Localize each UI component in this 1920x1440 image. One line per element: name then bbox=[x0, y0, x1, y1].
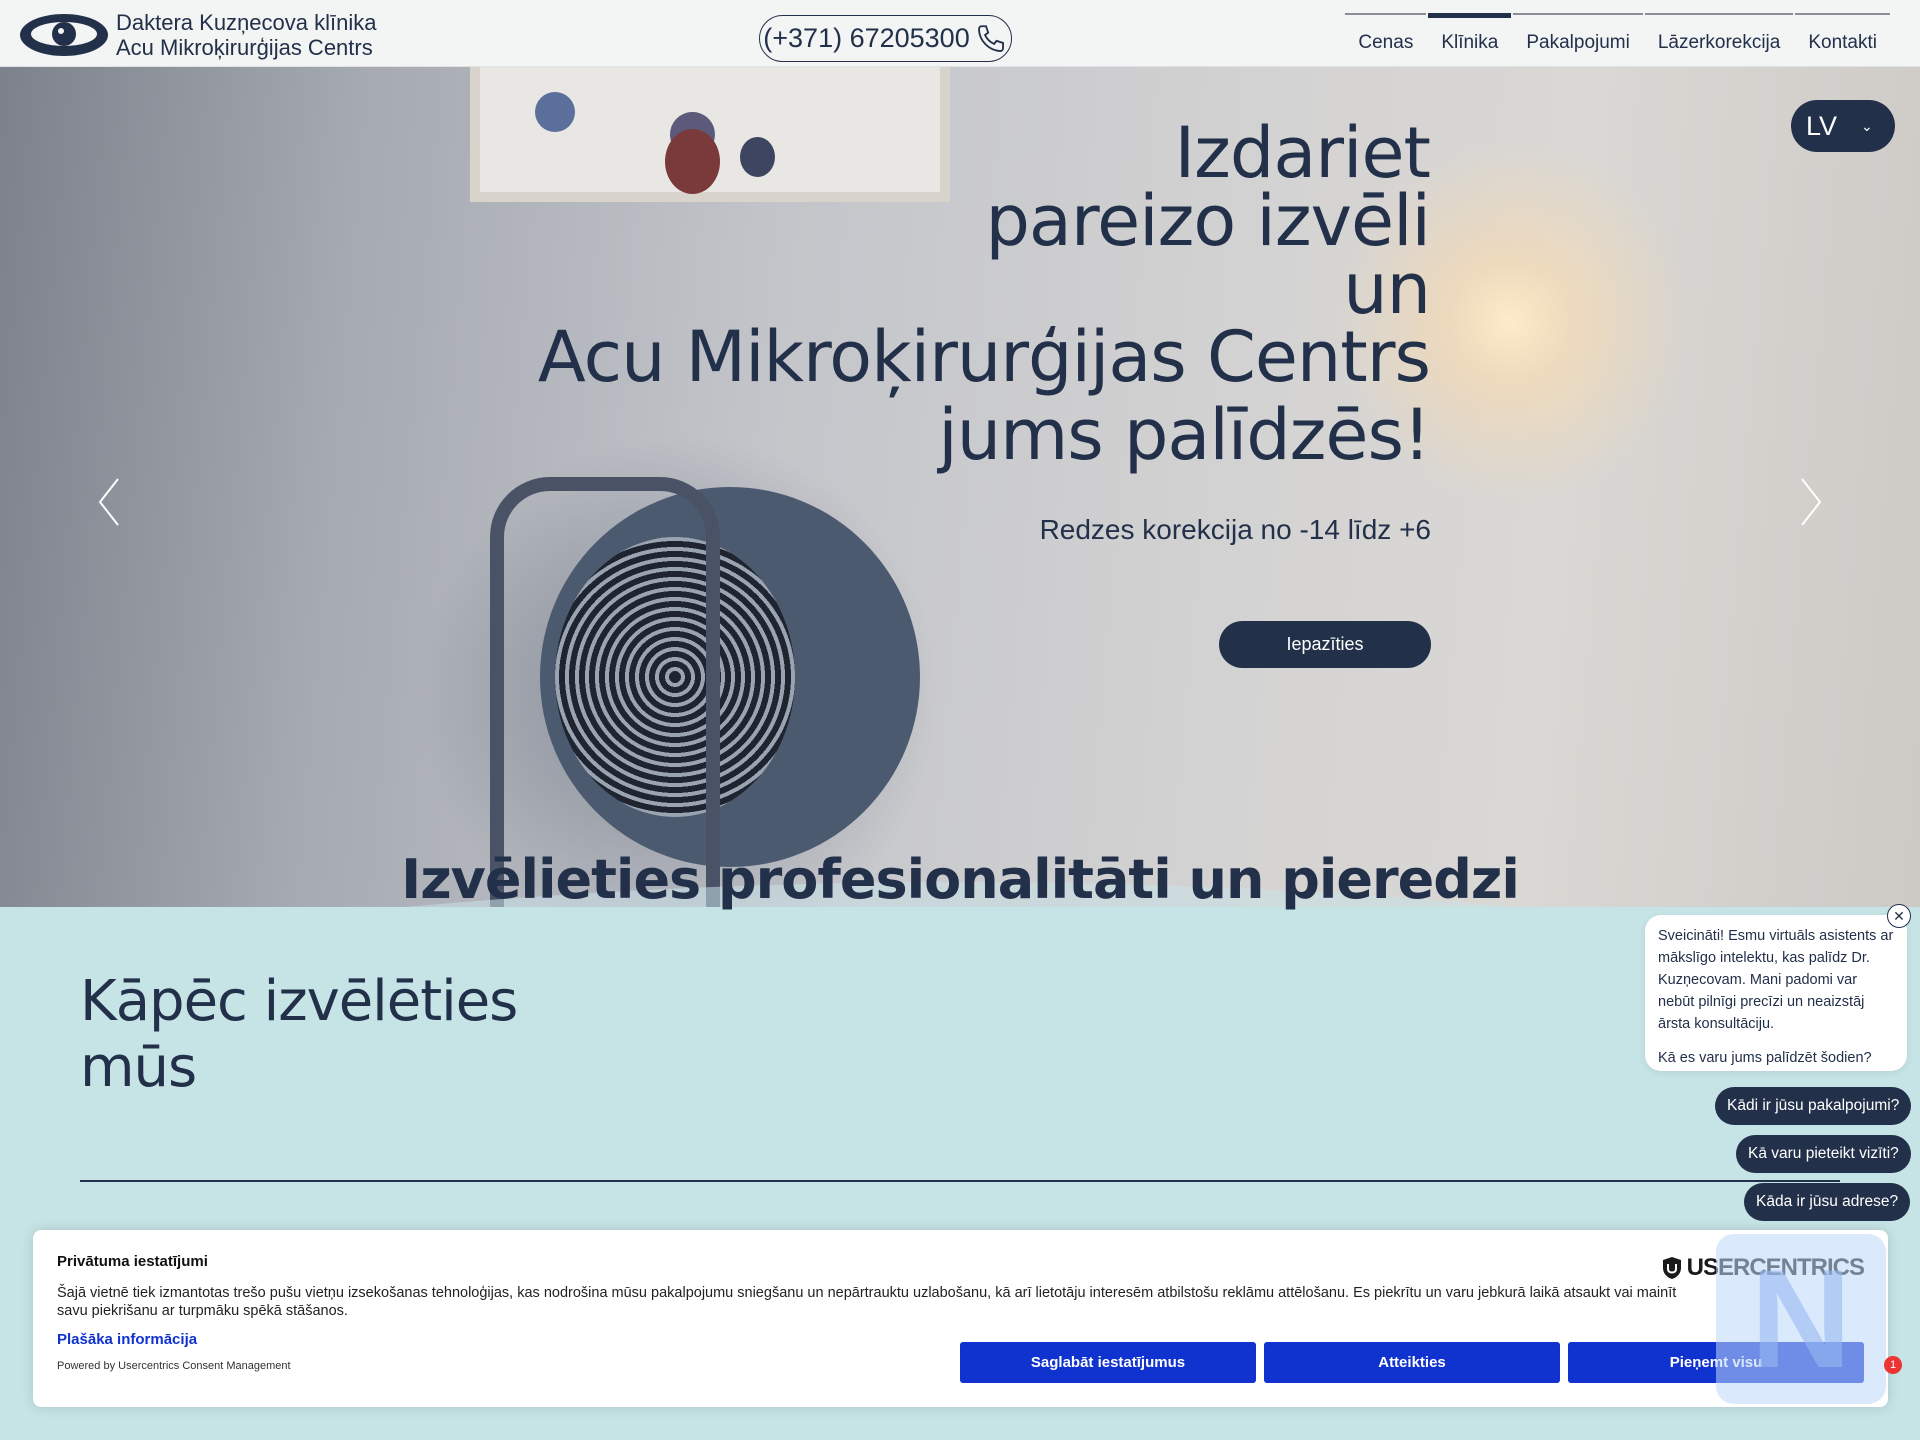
cookie-text: Šajā vietnē tiek izmantotas trešo pušu v… bbox=[57, 1285, 1677, 1319]
cookie-more-info-link[interactable]: Plašāka informācija bbox=[57, 1331, 197, 1348]
section-title: Izvēlieties profesionalitāti un pieredzi bbox=[401, 848, 1520, 911]
chevron-down-icon: ⌄ bbox=[1861, 117, 1873, 134]
logo-line-2: Acu Mikroķirurģijas Centrs bbox=[116, 35, 373, 60]
hero-title-line-2: pareizo izvēli bbox=[985, 180, 1432, 262]
nav-klinika[interactable]: Klīnika bbox=[1428, 13, 1512, 63]
nav-kontakti[interactable]: Kontakti bbox=[1795, 13, 1890, 63]
section-divider bbox=[80, 1180, 1840, 1182]
chat-launcher-overlay-icon[interactable]: N bbox=[1716, 1234, 1886, 1404]
hero-title-line-4: Acu Mikroķirurģijas Centrs bbox=[537, 316, 1431, 398]
chat-chip-appointment[interactable]: Kā varu pieteikt vizīti? bbox=[1736, 1135, 1911, 1173]
hero-title-line-3: un bbox=[1343, 248, 1431, 330]
why-line-1: Kāpēc izvēlēties bbox=[80, 969, 518, 1034]
shield-icon bbox=[1662, 1257, 1681, 1279]
hero-title-line-1: Izdariet bbox=[1174, 112, 1431, 194]
nav-pakalpojumi[interactable]: Pakalpojumi bbox=[1513, 13, 1643, 63]
eye-logo-icon bbox=[20, 14, 108, 56]
hero-title-line-5: jums palīdzēs! bbox=[938, 394, 1431, 476]
logo-line-1: Daktera Kuzņecova klīnika bbox=[116, 10, 377, 35]
nav-cenas[interactable]: Cenas bbox=[1345, 13, 1427, 63]
slider-next-arrow-icon[interactable] bbox=[1790, 467, 1830, 537]
cookie-title: Privātuma iestatījumi bbox=[57, 1253, 208, 1270]
logo-text: Daktera Kuzņecova klīnika Acu Mikroķirur… bbox=[116, 10, 376, 60]
cookie-consent-banner: Privātuma iestatījumi Šajā vietnē tiek i… bbox=[33, 1230, 1888, 1407]
chat-question: Kā es varu jums palīdzēt šodien? bbox=[1658, 1050, 1872, 1066]
hero-title: Izdariet pareizo izvēli un Acu Mikroķiru… bbox=[537, 112, 1432, 476]
main-nav: Cenas Klīnika Pakalpojumi Lāzerkorekcija… bbox=[1343, 13, 1890, 63]
nav-lazerkorekcija[interactable]: Lāzerkorekcija bbox=[1644, 13, 1794, 63]
chat-chip-services[interactable]: Kādi ir jūsu pakalpojumi? bbox=[1715, 1087, 1912, 1125]
site-header: Daktera Kuzņecova klīnika Acu Mikroķirur… bbox=[0, 0, 1920, 67]
why-line-2: mūs bbox=[80, 1035, 197, 1100]
chat-greeting-bubble: Sveicināti! Esmu virtuāls asistents ar m… bbox=[1645, 915, 1907, 1071]
chat-message: Sveicināti! Esmu virtuāls asistents ar m… bbox=[1658, 928, 1894, 1032]
phone-link[interactable]: (+371) 67205300 bbox=[759, 15, 1012, 62]
chat-chip-address[interactable]: Kāda ir jūsu adrese? bbox=[1744, 1183, 1911, 1221]
deny-button[interactable]: Atteikties bbox=[1264, 1342, 1560, 1383]
cookie-powered-by: Powered by Usercentrics Consent Manageme… bbox=[57, 1360, 291, 1372]
why-choose-us-heading: Kāpēc izvēlēties mūs bbox=[80, 969, 518, 1101]
save-settings-button[interactable]: Saglabāt iestatījumus bbox=[960, 1342, 1256, 1383]
phone-number: (+371) 67205300 bbox=[763, 23, 970, 53]
phone-icon bbox=[977, 24, 1004, 52]
slider-prev-arrow-icon[interactable] bbox=[90, 467, 130, 537]
chat-close-icon[interactable]: ✕ bbox=[1887, 904, 1911, 928]
language-selector[interactable]: LV ⌄ bbox=[1791, 100, 1895, 152]
hero-subtitle: Redzes korekcija no -14 līdz +6 bbox=[1039, 514, 1431, 545]
notification-badge: 1 bbox=[1884, 1356, 1902, 1374]
clinic-logo[interactable]: Daktera Kuzņecova klīnika Acu Mikroķirur… bbox=[18, 10, 376, 60]
hero-slider: Izdariet pareizo izvēli un Acu Mikroķiru… bbox=[0, 67, 1920, 907]
language-label: LV bbox=[1806, 110, 1838, 141]
learn-more-button[interactable]: Iepazīties bbox=[1219, 621, 1431, 668]
